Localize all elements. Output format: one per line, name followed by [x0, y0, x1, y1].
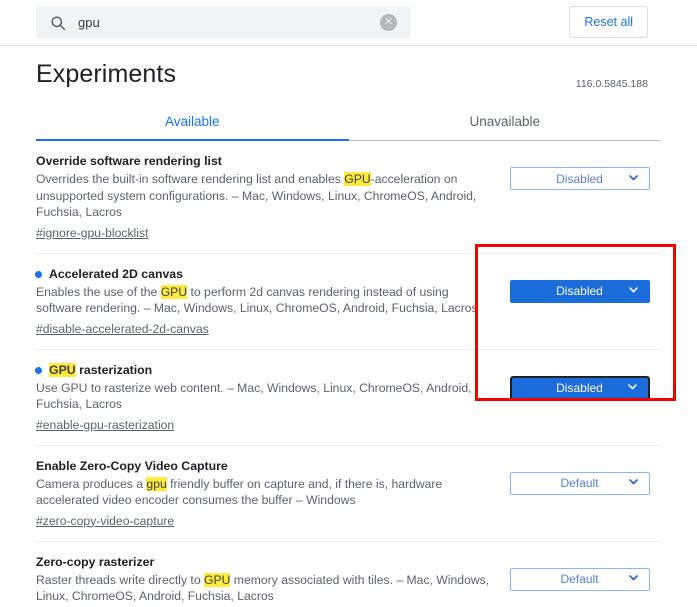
experiment-info: Override software rendering list Override…	[36, 153, 498, 242]
experiment-title: GPU rasterization	[49, 362, 153, 377]
experiment-row: Enable Zero-Copy Video Capture Camera pro…	[36, 446, 661, 542]
experiment-anchor-link[interactable]: #ignore-gpu-blocklist	[36, 226, 148, 240]
chevron-down-icon	[628, 286, 638, 296]
experiment-description: Enables the use of the GPU to perform 2d…	[36, 284, 478, 315]
page-header: Experiments 116.0.5845.188	[36, 46, 661, 92]
experiment-description: Overrides the built-in software renderin…	[36, 172, 477, 219]
experiment-description: Raster threads write directly to GPU mem…	[36, 572, 490, 603]
experiment-state-select[interactable]: Default	[509, 567, 650, 591]
clear-icon[interactable]: ✕	[380, 14, 397, 31]
search-input[interactable]	[78, 15, 380, 30]
experiment-row: GPU rasterization Use GPU to rasterize we…	[35, 350, 661, 446]
reset-all-button[interactable]: Reset all	[569, 6, 648, 38]
experiment-select-cell: Disabled	[498, 266, 661, 303]
search-match-highlight: gpu	[146, 476, 167, 491]
select-value-label: Disabled	[556, 171, 603, 186]
experiment-anchor-link[interactable]: #zero-copy-video-capture	[36, 514, 174, 528]
search-icon	[50, 15, 66, 31]
experiment-description: Camera produces a gpu friendly buffer on…	[36, 476, 443, 507]
select-value-label: Disabled	[556, 381, 603, 395]
page-title: Experiments	[36, 60, 177, 88]
experiment-row: Override software rendering list Override…	[36, 141, 661, 254]
search-match-highlight: GPU	[203, 572, 231, 587]
experiment-state-select[interactable]: Disabled	[509, 279, 650, 303]
tab-unavailable[interactable]: Unavailable	[349, 108, 662, 140]
experiment-title: Override software rendering list	[36, 154, 222, 168]
select-value-label: Default	[560, 572, 599, 586]
experiment-description: Use GPU to rasterize web content. – Mac,…	[36, 380, 472, 412]
search-match-highlight: GPU	[49, 362, 76, 377]
experiment-select-cell: Disabled	[498, 153, 661, 190]
experiment-info: GPU rasterization Use GPU to rasterize we…	[35, 362, 498, 434]
select-value-label: Disabled	[556, 284, 603, 298]
experiment-select-cell: Default	[498, 458, 661, 495]
experiment-title: Enable Zero-Copy Video Capture	[36, 458, 228, 473]
experiment-row: Zero-copy rasterizer Raster threads write…	[36, 542, 661, 607]
experiment-select-cell: Disabled	[498, 362, 661, 401]
experiment-list: Override software rendering list Override…	[35, 141, 661, 607]
tab-bar: Available Unavailable	[36, 108, 661, 141]
experiment-info: Enable Zero-Copy Video Capture Camera pro…	[36, 458, 498, 530]
chevron-down-icon	[628, 174, 638, 184]
chevron-down-icon	[628, 478, 638, 488]
chevron-down-icon	[627, 383, 637, 393]
experiment-anchor-link[interactable]: #enable-gpu-rasterization	[36, 418, 174, 432]
experiment-info: Zero-copy rasterizer Raster threads write…	[36, 554, 498, 607]
search-box[interactable]: ✕	[36, 6, 410, 39]
modified-dot-icon	[35, 270, 42, 278]
experiment-select-cell: Default	[498, 554, 661, 591]
experiment-anchor-link[interactable]: #disable-accelerated-2d-canvas	[36, 322, 209, 336]
experiment-row: Accelerated 2D canvas Enables the use of …	[35, 254, 661, 350]
chevron-down-icon	[628, 574, 638, 584]
flags-page: ✕ Reset all Experiments 116.0.5845.188 A…	[0, 0, 697, 607]
experiment-title: Accelerated 2D canvas	[49, 266, 183, 281]
search-match-highlight: GPU	[344, 172, 371, 186]
tab-available[interactable]: Available	[36, 108, 349, 140]
experiment-state-select[interactable]: Default	[509, 471, 650, 495]
version-label: 116.0.5845.188	[575, 78, 648, 90]
search-match-highlight: GPU	[160, 284, 188, 299]
experiment-state-select[interactable]: Disabled	[509, 375, 650, 401]
search-toolbar: ✕ Reset all	[0, 0, 697, 46]
experiment-info: Accelerated 2D canvas Enables the use of …	[35, 266, 498, 338]
select-value-label: Default	[560, 476, 599, 490]
experiment-state-select[interactable]: Disabled	[509, 167, 650, 190]
modified-dot-icon	[35, 366, 42, 374]
experiment-title: Zero-copy rasterizer	[36, 554, 155, 569]
